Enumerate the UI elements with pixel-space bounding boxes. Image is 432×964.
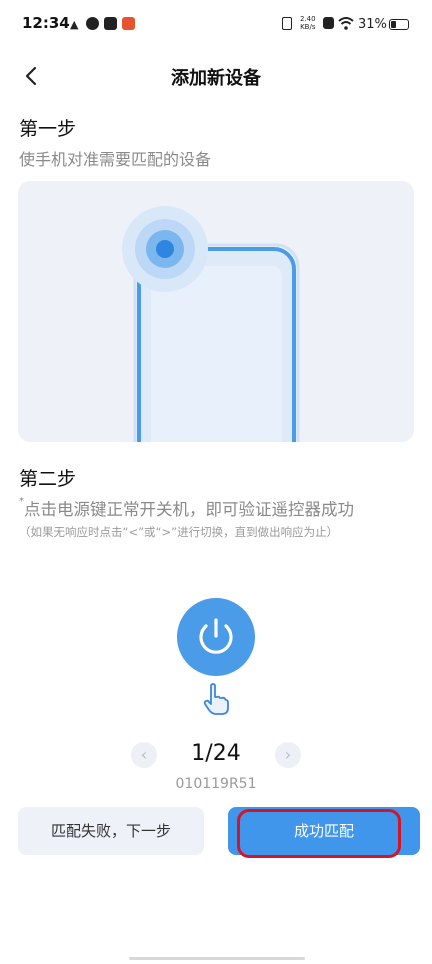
power-icon xyxy=(199,618,233,654)
match-success-button[interactable]: 成功匹配 xyxy=(228,807,420,855)
notification-bell-icon: ▲ xyxy=(70,18,79,31)
network-speed-unit: KB/s xyxy=(300,23,316,31)
step2-description: 点击电源键正常开关机，即可验证遥控器成功 xyxy=(24,500,354,519)
step1-description: 使手机对准需要匹配的设备 xyxy=(19,150,212,169)
match-failed-next-button[interactable]: 匹配失败，下一步 xyxy=(18,807,204,855)
wifi-icon xyxy=(338,17,354,30)
status-bar: 12:34 ▲ 2.40 KB/s 31% xyxy=(0,0,432,50)
battery-percent: 31% xyxy=(358,17,387,32)
code-page-indicator: 1/24 xyxy=(191,741,241,766)
pointing-hand-icon xyxy=(203,683,229,715)
phone-outline-icon xyxy=(122,206,300,442)
sim-off-icon xyxy=(323,17,334,29)
vibrate-icon xyxy=(282,17,292,30)
home-indicator[interactable] xyxy=(129,957,305,960)
status-time: 12:34 xyxy=(22,14,70,32)
step2-description-line: *点击电源键正常开关机，即可验证遥控器成功 xyxy=(19,496,354,520)
power-button[interactable] xyxy=(177,598,255,676)
battery-icon xyxy=(389,19,409,30)
phone-alignment-illustration xyxy=(18,181,414,442)
network-speed: 2.40 KB/s xyxy=(300,15,316,31)
next-code-button[interactable]: › xyxy=(275,742,301,768)
battery-level xyxy=(391,21,396,28)
app-notification-icon xyxy=(86,17,99,30)
app-badge-icon xyxy=(122,17,135,30)
step2-title: 第二步 xyxy=(19,468,77,490)
mail-notification-icon xyxy=(104,17,117,30)
step1-title: 第一步 xyxy=(19,118,77,140)
step2-hint: （如果无响应时点击“<”或“>”进行切换，直到做出响应为止） xyxy=(19,525,339,539)
network-speed-value: 2.40 xyxy=(300,15,316,23)
page-title: 添加新设备 xyxy=(171,68,261,89)
remote-code-label: 010119R51 xyxy=(175,776,257,792)
